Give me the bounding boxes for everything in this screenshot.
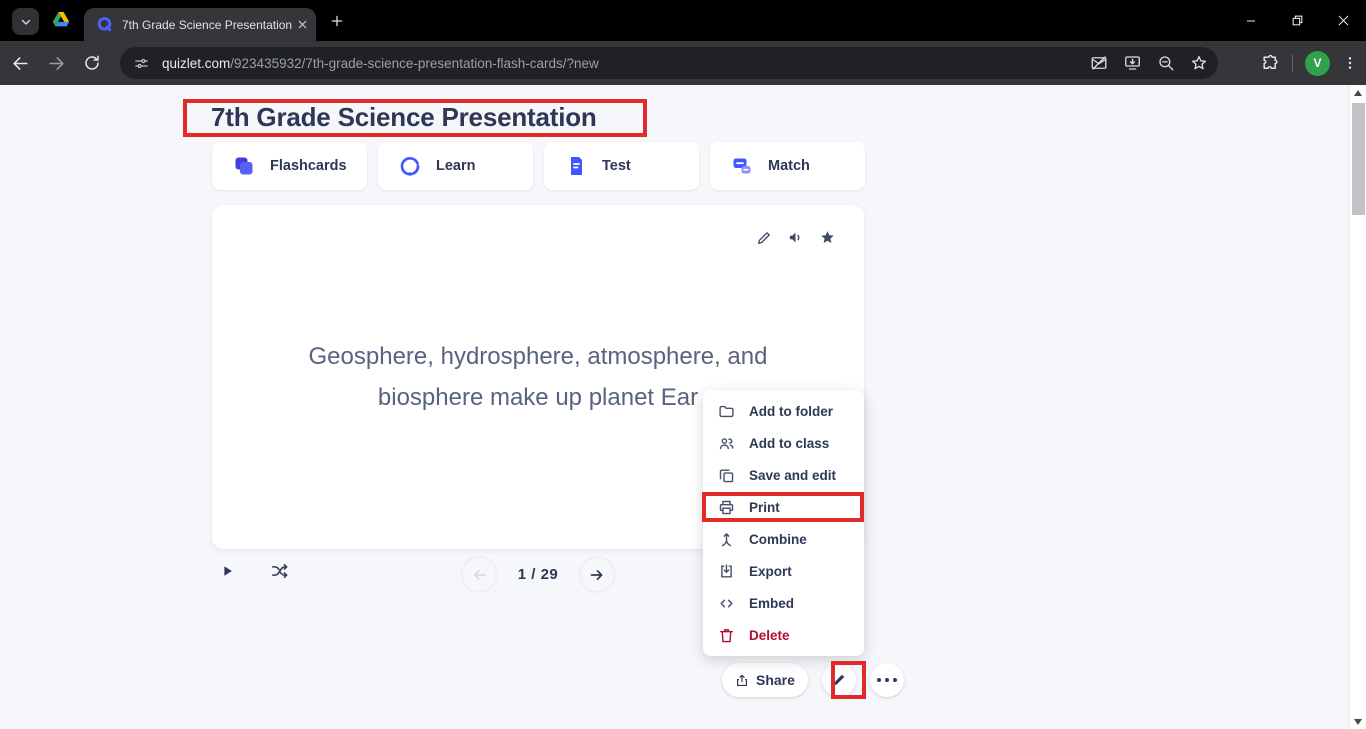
chevron-down-icon xyxy=(20,16,32,28)
quizlet-page: 7th Grade Science Presentation Flashcard… xyxy=(0,85,1349,729)
menu-item-label: Add to folder xyxy=(749,404,833,419)
more-options-menu: Add to folder Add to class Save and edit… xyxy=(703,390,864,656)
mode-button-learn[interactable]: Learn xyxy=(378,142,533,190)
flashcards-icon xyxy=(232,154,256,178)
code-icon xyxy=(718,595,735,612)
install-icon[interactable] xyxy=(1123,54,1142,72)
share-button[interactable]: Share xyxy=(722,663,808,697)
chrome-menu-icon[interactable] xyxy=(1342,55,1358,71)
reload-button[interactable] xyxy=(76,47,108,79)
browser-tab-strip: 7th Grade Science Presentation xyxy=(0,0,1366,41)
arrow-left-icon xyxy=(470,566,488,584)
pencil-icon xyxy=(831,672,847,688)
match-icon xyxy=(730,154,754,178)
download-icon xyxy=(718,563,735,580)
menu-item-add-to-class[interactable]: Add to class xyxy=(703,427,864,459)
url-domain: quizlet.com xyxy=(162,56,230,71)
browser-tab[interactable]: 7th Grade Science Presentation xyxy=(84,8,316,41)
extensions-icon[interactable] xyxy=(1261,54,1280,73)
mode-label: Flashcards xyxy=(270,158,347,174)
new-tab-button[interactable] xyxy=(328,12,346,30)
printer-icon xyxy=(718,499,735,516)
menu-item-export[interactable]: Export xyxy=(703,555,864,587)
scrollbar-up-arrow[interactable] xyxy=(1354,90,1362,96)
mail-off-icon[interactable] xyxy=(1090,54,1108,72)
menu-item-add-to-folder[interactable]: Add to folder xyxy=(703,395,864,427)
folder-icon xyxy=(718,403,735,420)
learn-icon xyxy=(398,154,422,178)
tab-close-icon[interactable] xyxy=(297,19,308,30)
mode-label: Match xyxy=(768,158,810,174)
previous-card-button[interactable] xyxy=(461,556,498,593)
copy-icon xyxy=(718,467,735,484)
scrollbar-down-arrow[interactable] xyxy=(1354,719,1362,725)
menu-item-label: Save and edit xyxy=(749,468,836,483)
menu-item-combine[interactable]: Combine xyxy=(703,523,864,555)
profile-avatar[interactable]: V xyxy=(1305,51,1330,76)
url-text[interactable]: quizlet.com/923435932/7th-grade-science-… xyxy=(162,56,1080,71)
address-bar[interactable]: quizlet.com/923435932/7th-grade-science-… xyxy=(120,47,1218,79)
tab-search-button[interactable] xyxy=(12,8,39,35)
page-scrollbar[interactable] xyxy=(1349,85,1366,729)
mode-button-flashcards[interactable]: Flashcards xyxy=(212,142,367,190)
card-term-line: Geosphere, hydrosphere, atmosphere, and xyxy=(309,336,768,377)
share-icon xyxy=(735,673,749,688)
trash-icon xyxy=(718,627,735,644)
drive-icon[interactable] xyxy=(52,11,70,28)
menu-item-label: Print xyxy=(749,500,780,515)
share-label: Share xyxy=(756,672,795,688)
menu-item-label: Combine xyxy=(749,532,807,547)
restore-button[interactable] xyxy=(1274,0,1320,41)
menu-item-embed[interactable]: Embed xyxy=(703,587,864,619)
mode-label: Test xyxy=(602,158,631,174)
window-controls xyxy=(1228,0,1366,41)
menu-item-print[interactable]: Print xyxy=(703,491,864,523)
menu-item-save-and-edit[interactable]: Save and edit xyxy=(703,459,864,491)
more-options-button[interactable] xyxy=(870,663,904,697)
zoom-icon[interactable] xyxy=(1157,54,1175,72)
back-button[interactable] xyxy=(4,47,36,79)
next-card-button[interactable] xyxy=(578,556,615,593)
arrow-right-icon xyxy=(588,566,606,584)
merge-icon xyxy=(718,531,735,548)
study-modes-row: Flashcards Learn Test Match xyxy=(212,142,865,190)
menu-item-label: Embed xyxy=(749,596,794,611)
tab-title: 7th Grade Science Presentation xyxy=(122,18,297,32)
menu-item-label: Export xyxy=(749,564,792,579)
card-term-line: biosphere make up planet Ear xyxy=(378,377,698,418)
menu-item-label: Add to class xyxy=(749,436,829,451)
ellipsis-icon xyxy=(877,678,897,682)
card-progress: 1 / 29 xyxy=(518,566,559,583)
quizlet-favicon xyxy=(96,16,113,33)
edit-set-button[interactable] xyxy=(822,663,856,697)
page-title: 7th Grade Science Presentation xyxy=(211,102,597,133)
mode-button-test[interactable]: Test xyxy=(544,142,699,190)
url-path: /923435932/7th-grade-science-presentatio… xyxy=(230,56,598,71)
people-icon xyxy=(718,435,735,452)
forward-button[interactable] xyxy=(40,47,72,79)
mode-label: Learn xyxy=(436,158,476,174)
menu-item-delete[interactable]: Delete xyxy=(703,619,864,651)
shuffle-icon[interactable] xyxy=(269,562,290,580)
mode-button-match[interactable]: Match xyxy=(710,142,865,190)
set-actions: Share xyxy=(722,663,904,697)
bookmark-star-icon[interactable] xyxy=(1190,54,1208,72)
browser-toolbar: quizlet.com/923435932/7th-grade-science-… xyxy=(0,41,1366,85)
menu-item-label: Delete xyxy=(749,628,790,643)
toolbar-separator xyxy=(1292,54,1293,72)
close-window-button[interactable] xyxy=(1320,0,1366,41)
play-icon[interactable] xyxy=(220,563,235,579)
scrollbar-thumb[interactable] xyxy=(1352,103,1365,215)
minimize-button[interactable] xyxy=(1228,0,1274,41)
site-info-icon[interactable] xyxy=(128,50,154,76)
test-icon xyxy=(564,154,588,178)
